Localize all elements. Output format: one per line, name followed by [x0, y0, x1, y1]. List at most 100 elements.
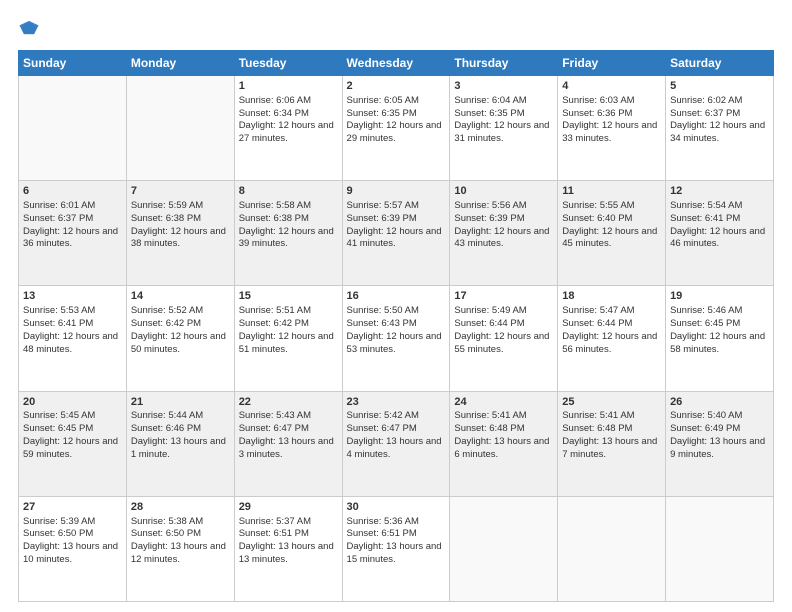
daylight-text: Daylight: 12 hours and 53 minutes.	[347, 331, 446, 357]
day-number: 8	[239, 184, 338, 199]
day-cell: 10Sunrise: 5:56 AMSunset: 6:39 PMDayligh…	[450, 181, 558, 286]
daylight-text: Daylight: 12 hours and 29 minutes.	[347, 120, 446, 146]
sunset-text: Sunset: 6:47 PM	[239, 423, 338, 436]
day-number: 12	[670, 184, 769, 199]
day-cell: 2Sunrise: 6:05 AMSunset: 6:35 PMDaylight…	[342, 76, 450, 181]
sunrise-text: Sunrise: 5:55 AM	[562, 200, 661, 213]
day-number: 15	[239, 289, 338, 304]
day-cell: 14Sunrise: 5:52 AMSunset: 6:42 PMDayligh…	[126, 286, 234, 391]
daylight-text: Daylight: 13 hours and 12 minutes.	[131, 541, 230, 567]
daylight-text: Daylight: 12 hours and 58 minutes.	[670, 331, 769, 357]
week-row-3: 13Sunrise: 5:53 AMSunset: 6:41 PMDayligh…	[19, 286, 774, 391]
sunrise-text: Sunrise: 5:44 AM	[131, 410, 230, 423]
sunrise-text: Sunrise: 5:56 AM	[454, 200, 553, 213]
sunset-text: Sunset: 6:50 PM	[131, 528, 230, 541]
sunset-text: Sunset: 6:41 PM	[670, 213, 769, 226]
daylight-text: Daylight: 12 hours and 56 minutes.	[562, 331, 661, 357]
day-cell: 12Sunrise: 5:54 AMSunset: 6:41 PMDayligh…	[666, 181, 774, 286]
day-number: 1	[239, 79, 338, 94]
sunset-text: Sunset: 6:40 PM	[562, 213, 661, 226]
sunrise-text: Sunrise: 5:41 AM	[454, 410, 553, 423]
sunset-text: Sunset: 6:38 PM	[131, 213, 230, 226]
sunrise-text: Sunrise: 5:37 AM	[239, 516, 338, 529]
day-number: 20	[23, 395, 122, 410]
sunset-text: Sunset: 6:43 PM	[347, 318, 446, 331]
day-number: 4	[562, 79, 661, 94]
day-cell: 17Sunrise: 5:49 AMSunset: 6:44 PMDayligh…	[450, 286, 558, 391]
daylight-text: Daylight: 13 hours and 6 minutes.	[454, 436, 553, 462]
day-header-tuesday: Tuesday	[234, 51, 342, 76]
sunset-text: Sunset: 6:47 PM	[347, 423, 446, 436]
sunrise-text: Sunrise: 6:03 AM	[562, 95, 661, 108]
day-cell: 23Sunrise: 5:42 AMSunset: 6:47 PMDayligh…	[342, 391, 450, 496]
day-cell: 27Sunrise: 5:39 AMSunset: 6:50 PMDayligh…	[19, 496, 127, 601]
day-header-monday: Monday	[126, 51, 234, 76]
sunset-text: Sunset: 6:44 PM	[562, 318, 661, 331]
day-number: 14	[131, 289, 230, 304]
sunrise-text: Sunrise: 5:49 AM	[454, 305, 553, 318]
day-number: 27	[23, 500, 122, 515]
sunrise-text: Sunrise: 5:59 AM	[131, 200, 230, 213]
day-number: 17	[454, 289, 553, 304]
week-row-4: 20Sunrise: 5:45 AMSunset: 6:45 PMDayligh…	[19, 391, 774, 496]
daylight-text: Daylight: 12 hours and 31 minutes.	[454, 120, 553, 146]
day-cell: 1Sunrise: 6:06 AMSunset: 6:34 PMDaylight…	[234, 76, 342, 181]
day-cell: 3Sunrise: 6:04 AMSunset: 6:35 PMDaylight…	[450, 76, 558, 181]
sunset-text: Sunset: 6:36 PM	[562, 108, 661, 121]
day-number: 30	[347, 500, 446, 515]
week-row-5: 27Sunrise: 5:39 AMSunset: 6:50 PMDayligh…	[19, 496, 774, 601]
day-number: 10	[454, 184, 553, 199]
general-blue-icon	[18, 18, 40, 40]
day-cell: 7Sunrise: 5:59 AMSunset: 6:38 PMDaylight…	[126, 181, 234, 286]
sunset-text: Sunset: 6:51 PM	[347, 528, 446, 541]
sunset-text: Sunset: 6:44 PM	[454, 318, 553, 331]
sunrise-text: Sunrise: 6:02 AM	[670, 95, 769, 108]
sunrise-text: Sunrise: 5:46 AM	[670, 305, 769, 318]
daylight-text: Daylight: 12 hours and 43 minutes.	[454, 226, 553, 252]
day-number: 5	[670, 79, 769, 94]
daylight-text: Daylight: 12 hours and 41 minutes.	[347, 226, 446, 252]
day-number: 16	[347, 289, 446, 304]
day-cell: 18Sunrise: 5:47 AMSunset: 6:44 PMDayligh…	[558, 286, 666, 391]
day-number: 13	[23, 289, 122, 304]
day-cell: 24Sunrise: 5:41 AMSunset: 6:48 PMDayligh…	[450, 391, 558, 496]
day-number: 25	[562, 395, 661, 410]
day-header-wednesday: Wednesday	[342, 51, 450, 76]
sunset-text: Sunset: 6:35 PM	[347, 108, 446, 121]
sunset-text: Sunset: 6:34 PM	[239, 108, 338, 121]
day-number: 3	[454, 79, 553, 94]
sunrise-text: Sunrise: 5:53 AM	[23, 305, 122, 318]
daylight-text: Daylight: 12 hours and 39 minutes.	[239, 226, 338, 252]
day-header-sunday: Sunday	[19, 51, 127, 76]
daylight-text: Daylight: 13 hours and 4 minutes.	[347, 436, 446, 462]
page: SundayMondayTuesdayWednesdayThursdayFrid…	[0, 0, 792, 612]
sunset-text: Sunset: 6:42 PM	[131, 318, 230, 331]
sunrise-text: Sunrise: 6:06 AM	[239, 95, 338, 108]
day-cell: 8Sunrise: 5:58 AMSunset: 6:38 PMDaylight…	[234, 181, 342, 286]
day-cell: 13Sunrise: 5:53 AMSunset: 6:41 PMDayligh…	[19, 286, 127, 391]
daylight-text: Daylight: 12 hours and 45 minutes.	[562, 226, 661, 252]
day-cell: 9Sunrise: 5:57 AMSunset: 6:39 PMDaylight…	[342, 181, 450, 286]
sunset-text: Sunset: 6:39 PM	[347, 213, 446, 226]
day-number: 29	[239, 500, 338, 515]
sunrise-text: Sunrise: 5:45 AM	[23, 410, 122, 423]
sunrise-text: Sunrise: 5:54 AM	[670, 200, 769, 213]
sunrise-text: Sunrise: 5:52 AM	[131, 305, 230, 318]
sunrise-text: Sunrise: 5:43 AM	[239, 410, 338, 423]
sunset-text: Sunset: 6:38 PM	[239, 213, 338, 226]
sunset-text: Sunset: 6:35 PM	[454, 108, 553, 121]
day-number: 6	[23, 184, 122, 199]
sunset-text: Sunset: 6:37 PM	[23, 213, 122, 226]
daylight-text: Daylight: 13 hours and 13 minutes.	[239, 541, 338, 567]
day-number: 28	[131, 500, 230, 515]
sunrise-text: Sunrise: 6:05 AM	[347, 95, 446, 108]
sunrise-text: Sunrise: 5:36 AM	[347, 516, 446, 529]
sunrise-text: Sunrise: 5:57 AM	[347, 200, 446, 213]
calendar-table: SundayMondayTuesdayWednesdayThursdayFrid…	[18, 50, 774, 602]
daylight-text: Daylight: 12 hours and 34 minutes.	[670, 120, 769, 146]
day-cell: 16Sunrise: 5:50 AMSunset: 6:43 PMDayligh…	[342, 286, 450, 391]
day-cell: 11Sunrise: 5:55 AMSunset: 6:40 PMDayligh…	[558, 181, 666, 286]
sunrise-text: Sunrise: 5:58 AM	[239, 200, 338, 213]
daylight-text: Daylight: 12 hours and 50 minutes.	[131, 331, 230, 357]
day-cell	[126, 76, 234, 181]
